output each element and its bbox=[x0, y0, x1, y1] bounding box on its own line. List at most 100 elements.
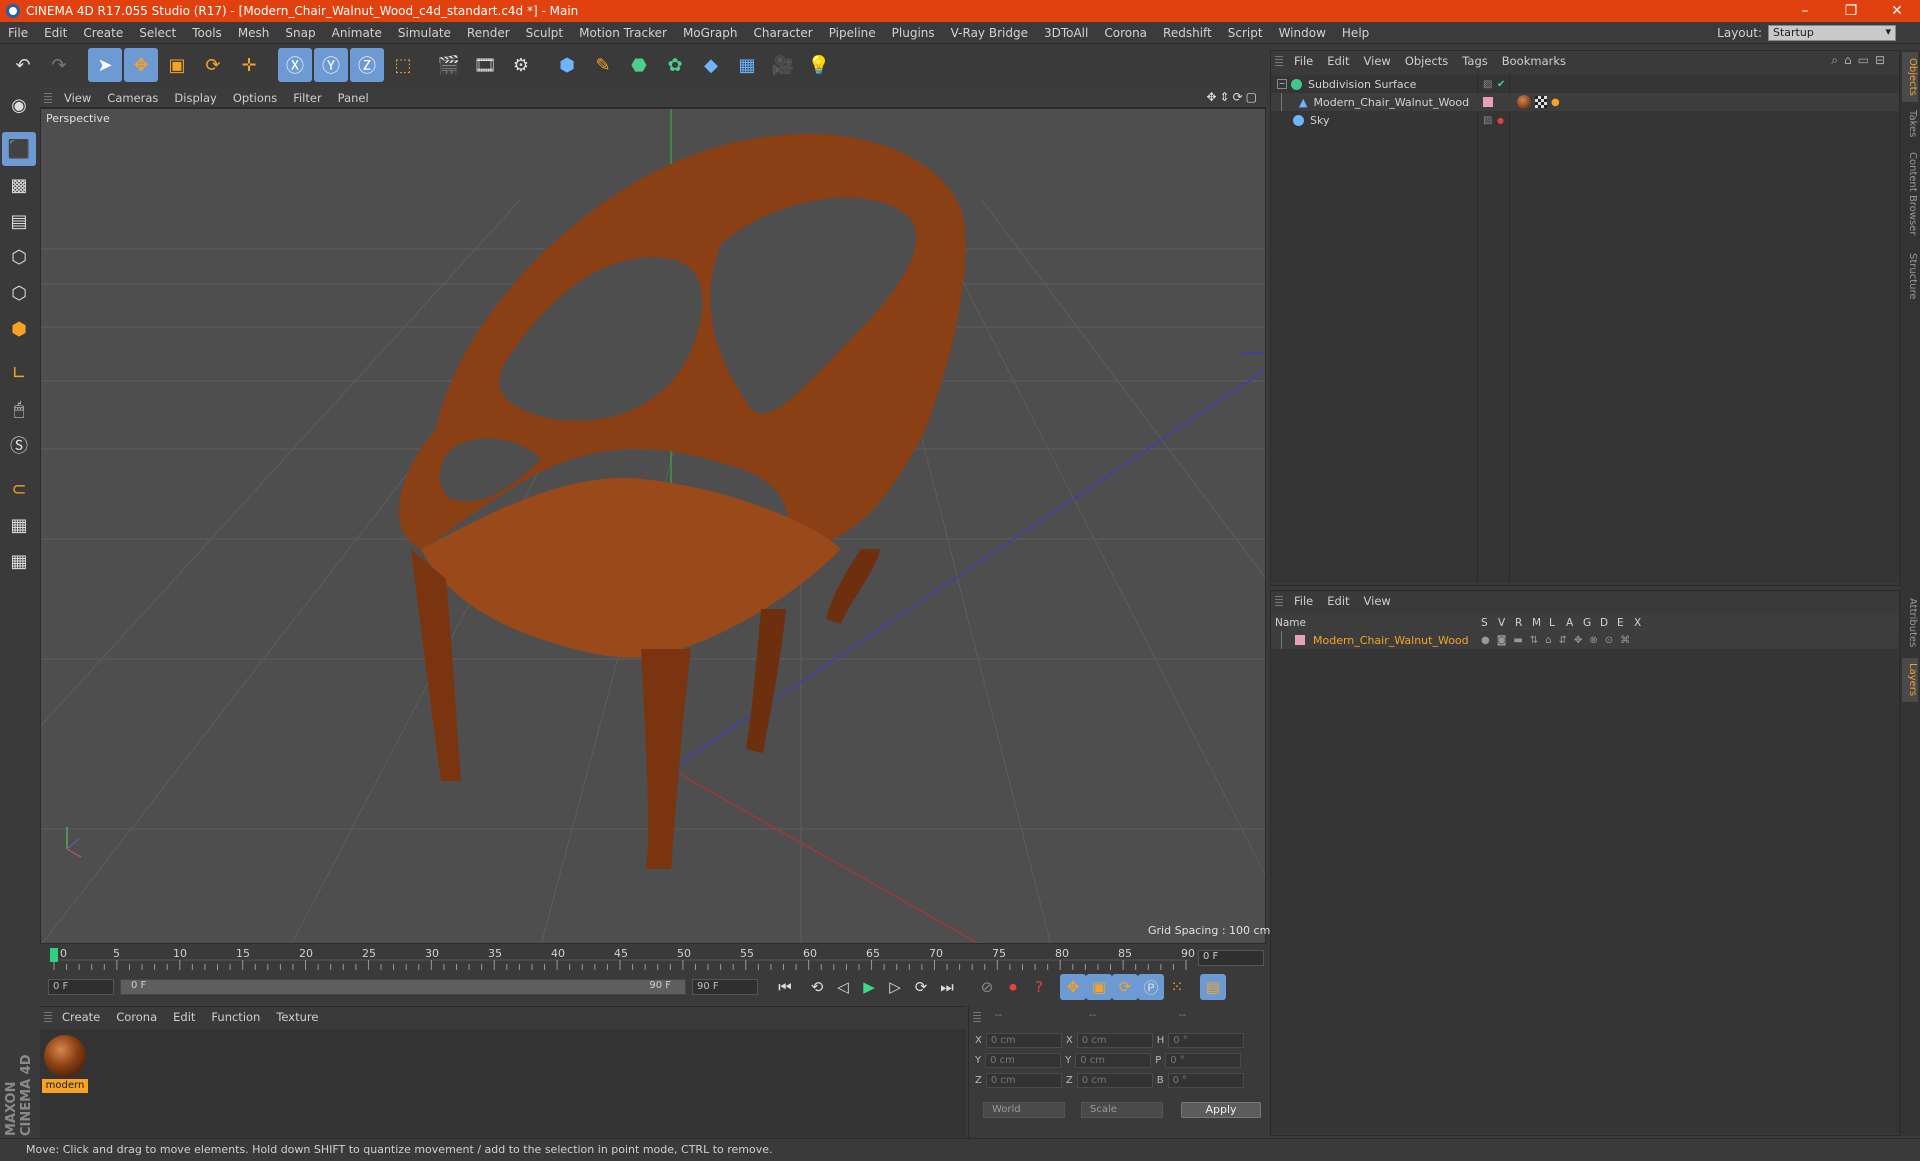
visibility-dots-icon[interactable]: ● bbox=[1497, 116, 1504, 125]
layers-menu-file[interactable]: File bbox=[1287, 594, 1320, 608]
viewport-menu-panel[interactable]: Panel bbox=[330, 91, 377, 105]
rotation-h-field[interactable]: 0 ° bbox=[1168, 1032, 1245, 1048]
polygons-mode-icon[interactable]: ⬢ bbox=[2, 312, 36, 346]
autokey-icon[interactable]: ⏺ bbox=[1000, 974, 1026, 1000]
menu-motion-tracker[interactable]: Motion Tracker bbox=[571, 26, 675, 40]
menu-corona[interactable]: Corona bbox=[1096, 26, 1155, 40]
material-preview-sphere[interactable] bbox=[44, 1035, 86, 1077]
viewport-navigation-icons[interactable]: ✥⇕⟳▢ bbox=[1206, 90, 1260, 104]
frame-range-slider[interactable]: 0 F 90 F bbox=[120, 979, 686, 995]
coordinate-system-icon[interactable]: ⬚ bbox=[386, 48, 420, 82]
make-editable-icon[interactable]: ◉ bbox=[2, 88, 36, 122]
collapse-toggle-icon[interactable]: − bbox=[1277, 79, 1287, 89]
solo-mode-icon[interactable]: Ⓢ bbox=[2, 428, 36, 462]
edit-render-settings-icon[interactable]: ⚙ bbox=[504, 48, 538, 82]
subdivision-icon[interactable]: ⬣ bbox=[622, 48, 656, 82]
uvw-tag-icon[interactable] bbox=[1535, 96, 1547, 108]
light-bulb-icon[interactable]: 💡 bbox=[802, 48, 836, 82]
scale-tool-icon[interactable]: ▣ bbox=[160, 48, 194, 82]
panel-grip-icon[interactable] bbox=[44, 93, 52, 103]
layout-dropdown[interactable]: Startup bbox=[1768, 25, 1896, 41]
snap-magnet-icon[interactable]: ⊂ bbox=[2, 472, 36, 506]
objects-menu-bookmarks[interactable]: Bookmarks bbox=[1495, 54, 1573, 68]
tab-attributes[interactable]: Attributes bbox=[1902, 592, 1918, 654]
material-menu-edit[interactable]: Edit bbox=[165, 1010, 203, 1024]
rotation-b-field[interactable]: 0 ° bbox=[1167, 1072, 1244, 1088]
x-axis-lock-icon[interactable]: Ⓧ bbox=[278, 48, 312, 82]
workplane-lock-icon[interactable]: ▦ bbox=[2, 508, 36, 542]
key-position-icon[interactable]: ✥ bbox=[1060, 974, 1086, 1000]
render-view-icon[interactable]: 🎬 bbox=[432, 48, 466, 82]
size-z-field[interactable]: 0 cm bbox=[1076, 1072, 1153, 1088]
previous-frame-icon[interactable]: ◁ bbox=[830, 974, 856, 1000]
edges-mode-icon[interactable]: ⬡ bbox=[2, 276, 36, 310]
deformer-icon[interactable]: ◆ bbox=[694, 48, 728, 82]
layers-menu-edit[interactable]: Edit bbox=[1320, 594, 1356, 608]
coordinate-space-dropdown[interactable]: World bbox=[983, 1102, 1065, 1118]
cube-primitive-icon[interactable]: ⬢ bbox=[550, 48, 584, 82]
phong-tag-icon[interactable]: ● bbox=[1551, 97, 1560, 108]
object-manager-search-icons[interactable]: ⌕⌂▭⊟ bbox=[1831, 53, 1891, 68]
menu-snap[interactable]: Snap bbox=[277, 26, 323, 40]
z-axis-lock-icon[interactable]: Ⓩ bbox=[350, 48, 384, 82]
size-y-field[interactable]: 0 cm bbox=[1075, 1052, 1152, 1068]
key-pla-icon[interactable]: ⁙ bbox=[1164, 974, 1190, 1000]
layer-col-view[interactable]: V bbox=[1498, 617, 1505, 629]
redo-icon[interactable]: ↷ bbox=[42, 48, 76, 82]
minimize-icon[interactable]: – bbox=[1782, 0, 1828, 22]
material-menu-corona[interactable]: Corona bbox=[108, 1010, 165, 1024]
model-mode-icon[interactable]: ⬛ bbox=[2, 132, 36, 166]
menu-character[interactable]: Character bbox=[745, 26, 820, 40]
menu-select[interactable]: Select bbox=[131, 26, 184, 40]
texture-mode-icon[interactable]: ▩ bbox=[2, 168, 36, 202]
tab-objects[interactable]: Objects bbox=[1902, 52, 1918, 102]
menu-render[interactable]: Render bbox=[459, 26, 518, 40]
menu-pipeline[interactable]: Pipeline bbox=[821, 26, 884, 40]
axis-mode-icon[interactable]: ∟ bbox=[2, 356, 36, 390]
viewport-menu-options[interactable]: Options bbox=[225, 91, 285, 105]
viewport-menu-view[interactable]: View bbox=[56, 91, 99, 105]
layer-col-manager[interactable]: M bbox=[1532, 617, 1541, 629]
next-key-icon[interactable]: ⟳ bbox=[908, 974, 934, 1000]
rotation-p-field[interactable]: 0 ° bbox=[1165, 1052, 1242, 1068]
points-mode-icon[interactable]: ⬡ bbox=[2, 240, 36, 274]
start-frame-field[interactable]: 0 F bbox=[48, 979, 114, 995]
layer-col-animation[interactable]: A bbox=[1566, 617, 1573, 629]
material-menu-create[interactable]: Create bbox=[54, 1010, 108, 1024]
apply-button[interactable]: Apply bbox=[1181, 1102, 1261, 1118]
layer-color-swatch[interactable] bbox=[1295, 635, 1305, 645]
layer-color-swatch[interactable] bbox=[1483, 97, 1493, 107]
grid-snap-icon[interactable]: ▦ bbox=[2, 544, 36, 578]
layer-col-generators[interactable]: G bbox=[1583, 617, 1591, 629]
workplane-mode-icon[interactable]: ▤ bbox=[2, 204, 36, 238]
menu-plugins[interactable]: Plugins bbox=[884, 26, 943, 40]
menu-redshift[interactable]: Redshift bbox=[1155, 26, 1220, 40]
panel-grip-icon[interactable] bbox=[44, 1012, 52, 1022]
objects-menu-edit[interactable]: Edit bbox=[1320, 54, 1356, 68]
move-tool-icon[interactable]: ✥ bbox=[124, 48, 158, 82]
rotate-tool-icon[interactable]: ⟳ bbox=[196, 48, 230, 82]
menu-edit[interactable]: Edit bbox=[36, 26, 75, 40]
position-y-field[interactable]: 0 cm bbox=[985, 1052, 1062, 1068]
3d-viewport[interactable] bbox=[40, 108, 1266, 944]
layer-tag-icon[interactable]: ▨ bbox=[1483, 115, 1492, 126]
play-icon[interactable]: ▶ bbox=[856, 974, 882, 1000]
keyframe-selection-icon[interactable]: ? bbox=[1026, 974, 1052, 1000]
viewport-menu-filter[interactable]: Filter bbox=[285, 91, 329, 105]
menu-create[interactable]: Create bbox=[75, 26, 131, 40]
menu-file[interactable]: File bbox=[0, 26, 36, 40]
menu-3dtoall[interactable]: 3DToAll bbox=[1036, 26, 1096, 40]
end-frame-field[interactable]: 90 F bbox=[692, 979, 758, 995]
y-axis-lock-icon[interactable]: Ⓨ bbox=[314, 48, 348, 82]
tab-content-browser[interactable]: Content Browser bbox=[1902, 146, 1918, 242]
undo-icon[interactable]: ↶ bbox=[6, 48, 40, 82]
timeline-ticks[interactable]: 0 5 10 15 20 25 30 35 40 45 50 55 60 65 … bbox=[50, 946, 1195, 970]
select-cursor-icon[interactable]: ➤ bbox=[88, 48, 122, 82]
layers-menu-view[interactable]: View bbox=[1357, 594, 1398, 608]
menu-animate[interactable]: Animate bbox=[324, 26, 390, 40]
menu-mesh[interactable]: Mesh bbox=[230, 26, 278, 40]
objects-menu-view[interactable]: View bbox=[1357, 54, 1398, 68]
layer-toggle-icons[interactable]: ●◙▬⇅⌂⇵✥⊗⊙⌘ bbox=[1481, 635, 1637, 646]
menu-tools[interactable]: Tools bbox=[184, 26, 230, 40]
objects-menu-objects[interactable]: Objects bbox=[1398, 54, 1455, 68]
